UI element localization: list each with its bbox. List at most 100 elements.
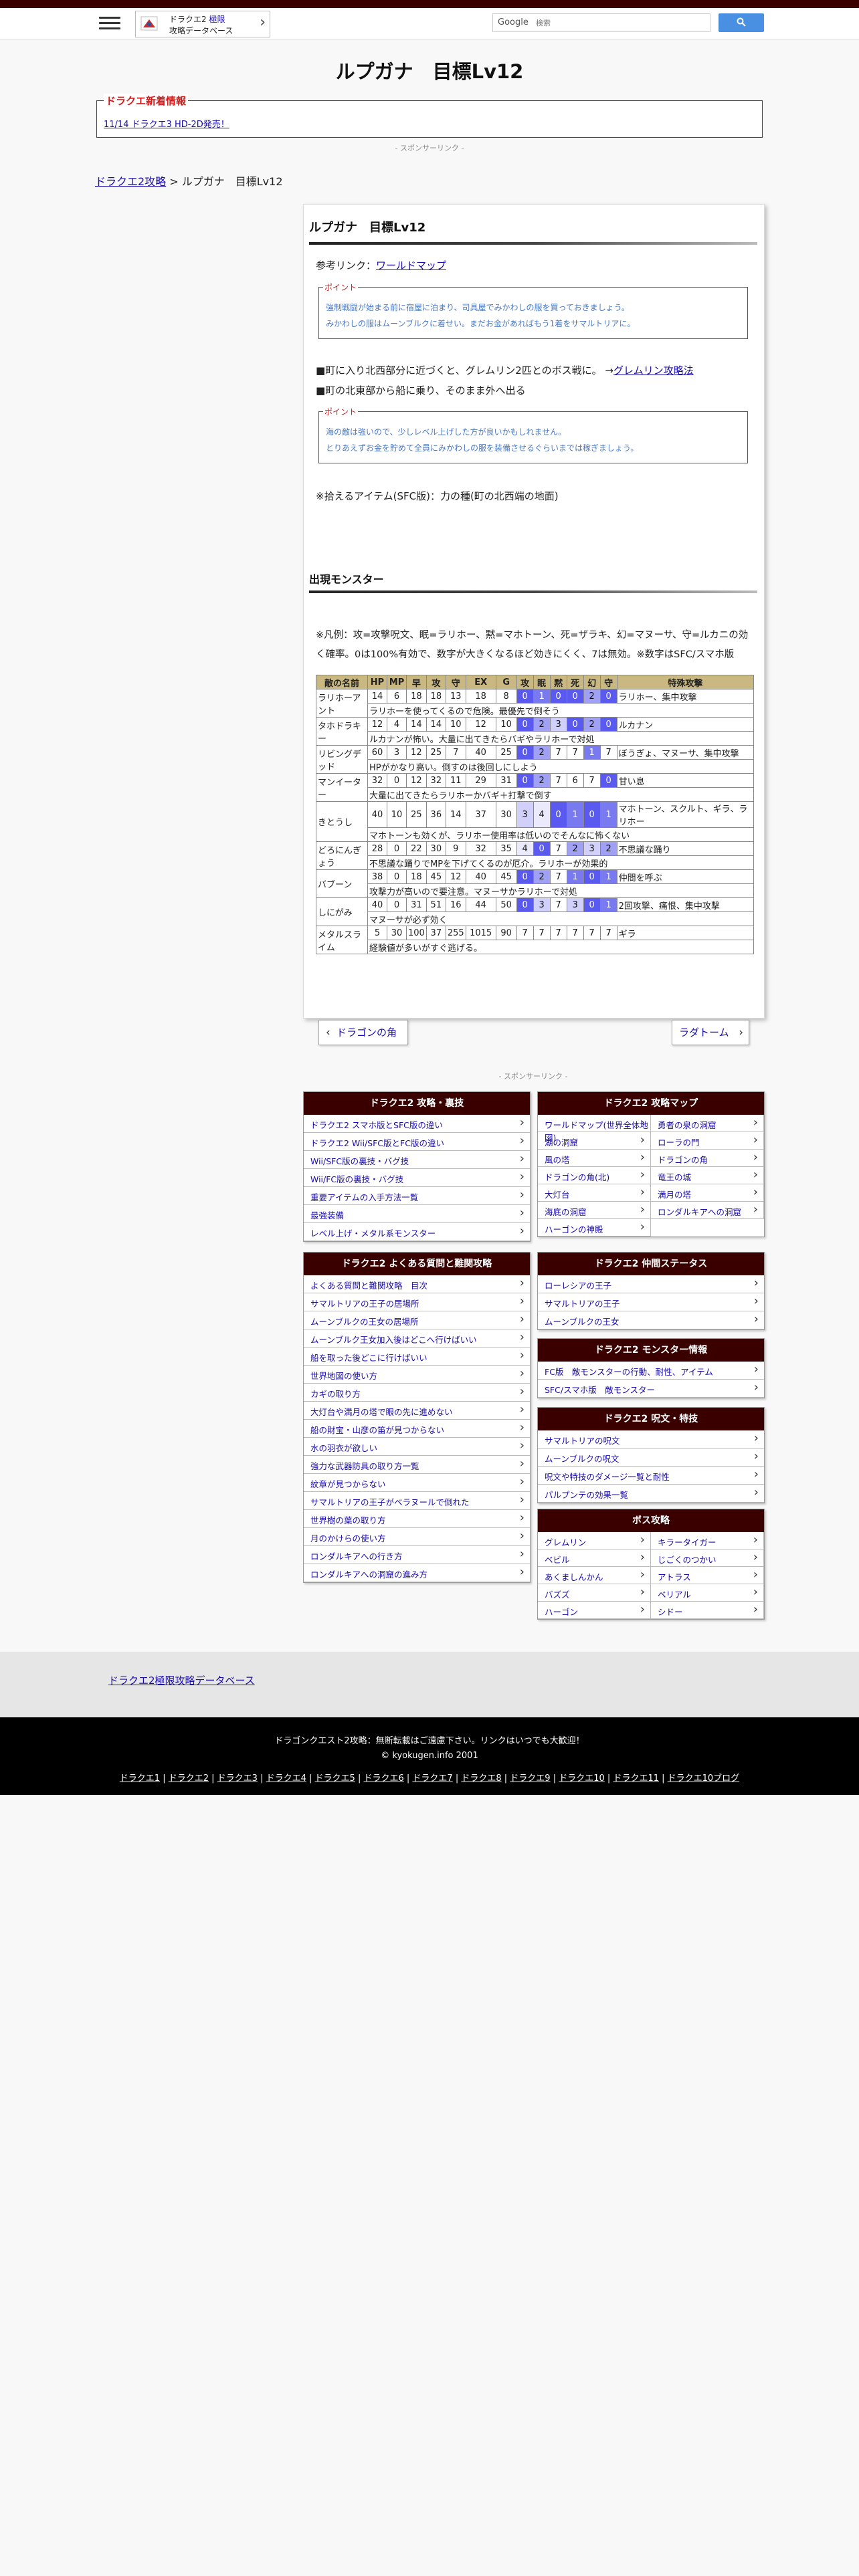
footer-series-link[interactable]: ドラクエ6	[363, 1774, 403, 1784]
sidebar-link[interactable]: ドラクエ2 スマホ版とSFC版の違い ›	[304, 1115, 530, 1133]
sidebar-link[interactable]: サマルトリアの呪文 ›	[538, 1430, 764, 1448]
sidebar-link[interactable]: ドラゴンの角(北) ›	[538, 1167, 651, 1184]
sidebar-link[interactable]: バズズ ›	[538, 1584, 651, 1602]
prev-page-button[interactable]: ‹ ドラゴンの角	[318, 1020, 408, 1045]
footer-series-link[interactable]: ドラクエ3	[217, 1774, 258, 1784]
footer-db-link[interactable]: ドラクエ2極限攻略データベース	[108, 1673, 255, 1687]
sidebar-link[interactable]: ハーゴンの神殿 ›	[538, 1219, 651, 1237]
stat-cell: 10	[445, 717, 466, 732]
footer-series-link[interactable]: ドラクエ8	[461, 1774, 501, 1784]
footer-series-link[interactable]: ドラクエ7	[412, 1774, 452, 1784]
chevron-right-icon: ›	[519, 1152, 524, 1166]
sidebar-link[interactable]: ロンダルキアへの洞窟の進み方 ›	[304, 1564, 530, 1582]
footer-series-link[interactable]: ドラクエ5	[315, 1774, 355, 1784]
search-input[interactable]	[535, 16, 704, 29]
chevron-right-icon: ›	[640, 1202, 645, 1216]
site-name-line2: 攻略データベース	[169, 26, 233, 35]
sidebar-link[interactable]: 海底の洞窟 ›	[538, 1202, 651, 1219]
sidebar-link[interactable]: 竜王の城 ›	[651, 1167, 764, 1184]
sidebar-link[interactable]: ロンダルキアへの洞窟 ›	[651, 1202, 764, 1219]
sidebar-link[interactable]: サマルトリアの王子がベラヌールで倒れた ›	[304, 1492, 530, 1510]
sidebar-link[interactable]: ワールドマップ(世界全体地図) ›	[538, 1115, 651, 1143]
footer-series-link[interactable]: ドラクエ10	[559, 1774, 605, 1784]
chevron-right-icon: ›	[519, 1188, 524, 1202]
sidebar-link[interactable]: カギの取り方 ›	[304, 1384, 530, 1402]
sidebar-link[interactable]: ローレシアの王子 ›	[538, 1275, 764, 1293]
sidebar-link[interactable]: 紋章が見つからない ›	[304, 1474, 530, 1492]
sidebar-link[interactable]: 世界地図の使い方 ›	[304, 1366, 530, 1384]
sidebar-link[interactable]: 船を取った後どこに行けばいい ›	[304, 1348, 530, 1366]
footer-series-link[interactable]: ドラクエ11	[613, 1774, 659, 1784]
stat-cell: 14	[406, 717, 427, 732]
sidebar-link[interactable]: ムーンブルクの王女の居場所 ›	[304, 1311, 530, 1329]
sidebar-link[interactable]: あくましんかん ›	[538, 1567, 651, 1584]
sidebar-link[interactable]: 呪文や特技のダメージ一覧と耐性 ›	[538, 1467, 764, 1485]
next-page-button[interactable]: ラダトーム ›	[672, 1020, 749, 1045]
resist-cell: 0	[516, 869, 534, 884]
sidebar-link[interactable]: 強力な武器防具の取り方一覧 ›	[304, 1456, 530, 1474]
sidebar-link[interactable]: 最強装備 ›	[304, 1205, 530, 1223]
sidebar-link[interactable]: ベビル ›	[538, 1549, 651, 1567]
sidebar-link[interactable]: 満月の塔 ›	[651, 1184, 764, 1202]
sidebar-link[interactable]: 船の財宝・山彦の笛が見つからない ›	[304, 1420, 530, 1438]
sidebar-link[interactable]: グレムリン ›	[538, 1532, 651, 1549]
sidebar-link[interactable]: 勇者の泉の洞窟 ›	[651, 1115, 764, 1132]
stat-cell: 25	[495, 745, 517, 760]
news-link[interactable]: 11/14 ドラクエ3 HD-2D発売！	[104, 117, 229, 130]
monster-table: 敵の名前 HP MP 早攻守 EX G 攻眠黙死幻守特殊攻撃 ラリホーアント 14 6 18 18 1…	[316, 675, 755, 954]
sidebar-link[interactable]: よくある質問と難関攻略 目次 ›	[304, 1275, 530, 1293]
sidebar-link[interactable]: レベル上げ・メタル系モンスター ›	[304, 1223, 530, 1241]
sidebar-link[interactable]: SFC/スマホ版 敵モンスター ›	[538, 1380, 764, 1398]
sidebar-link[interactable]: ハーゴン ›	[538, 1602, 651, 1619]
sidebar-link[interactable]: Wii/SFC版の裏技・バグ技 ›	[304, 1151, 530, 1169]
footer-series-link[interactable]: ドラクエ9	[510, 1774, 550, 1784]
sidebar-link[interactable]: ロンダルキアへの行き方 ›	[304, 1546, 530, 1564]
breadcrumb-home-link[interactable]: ドラクエ2攻略	[95, 175, 166, 188]
sidebar-link[interactable]: ドラゴンの角 ›	[651, 1150, 764, 1167]
sidebar-link-label: サマルトリアの王子がベラヌールで倒れた	[310, 1497, 470, 1507]
sidebar-link[interactable]: 湖の洞窟 ›	[538, 1132, 651, 1150]
top-accent-bar	[0, 0, 859, 8]
sidebar-link[interactable]: Wii/FC版の裏技・バグ技 ›	[304, 1169, 530, 1187]
resist-cell: 2	[566, 841, 584, 856]
sidebar-link[interactable]: ローラの門 ›	[651, 1132, 764, 1150]
sidebar-link[interactable]: ムーンブルクの王女 ›	[538, 1311, 764, 1329]
sidebar-link[interactable]: 月のかけらの使い方 ›	[304, 1528, 530, 1546]
footer-series-link[interactable]: ドラクエ2	[169, 1774, 209, 1784]
sidebar-link[interactable]: シドー ›	[651, 1602, 764, 1619]
sidebar-link[interactable]: 水の羽衣が欲しい ›	[304, 1438, 530, 1456]
table-row: ラリホーアント 14 6 18 18 13 18 8 0 1 0 0 2 0 ラリホー、集中攻撃	[316, 689, 755, 718]
chevron-right-icon: ›	[753, 1431, 759, 1445]
stat-cell: 0	[387, 869, 407, 884]
sidebar-link[interactable]: ムーンブルクの呪文 ›	[538, 1448, 764, 1467]
sidebar-link[interactable]: FC版 敵モンスターの行動、耐性、アイテム ›	[538, 1362, 764, 1380]
stat-cell: 90	[495, 926, 517, 940]
sidebar-link[interactable]: パルプンテの効果一覧 ›	[538, 1485, 764, 1503]
sidebar-link[interactable]: ベリアル ›	[651, 1584, 764, 1602]
sidebar-link[interactable]: じごくのつかい ›	[651, 1549, 764, 1567]
menu-icon[interactable]	[99, 13, 120, 33]
footer-series-link[interactable]: ドラクエ10ブログ	[668, 1774, 740, 1784]
chevron-right-icon: ›	[753, 1276, 759, 1290]
footer-series-link[interactable]: ドラクエ4	[266, 1774, 306, 1784]
sidebar-link[interactable]: サマルトリアの王子 ›	[538, 1293, 764, 1311]
world-map-link[interactable]: ワールドマップ	[376, 259, 446, 272]
sidebar-link[interactable]: キラータイガー ›	[651, 1532, 764, 1549]
gremlin-strategy-link[interactable]: グレムリン攻略法	[613, 364, 694, 377]
sidebar-link[interactable]: サマルトリアの王子の居場所 ›	[304, 1293, 530, 1311]
sidebar-link[interactable]: 世界樹の葉の取り方 ›	[304, 1510, 530, 1528]
resist-cell: 0	[549, 801, 567, 828]
sidebar-link[interactable]: アトラス ›	[651, 1567, 764, 1584]
search-button[interactable]	[719, 13, 764, 32]
monster-note: マヌーサが必ず効く	[367, 911, 754, 926]
sidebar-link[interactable]: 大灯台や満月の塔で眼の先に進めない ›	[304, 1402, 530, 1420]
table-header-cell: 守	[599, 675, 617, 689]
sidebar-link-label: サマルトリアの呪文	[545, 1436, 620, 1446]
footer-series-link[interactable]: ドラクエ1	[120, 1774, 160, 1784]
sidebar-link[interactable]: ドラクエ2 Wii/SFC版とFC版の違い ›	[304, 1133, 530, 1151]
site-selector[interactable]: ドラクエ2 極限 攻略データベース ›	[135, 11, 270, 37]
sidebar-link[interactable]: 風の塔 ›	[538, 1150, 651, 1167]
sidebar-link[interactable]: ムーンブルク王女加入後はどこへ行けばいい ›	[304, 1329, 530, 1348]
sidebar-link[interactable]: 大灯台 ›	[538, 1184, 651, 1202]
sidebar-link[interactable]: 重要アイテムの入手方法一覧 ›	[304, 1187, 530, 1205]
